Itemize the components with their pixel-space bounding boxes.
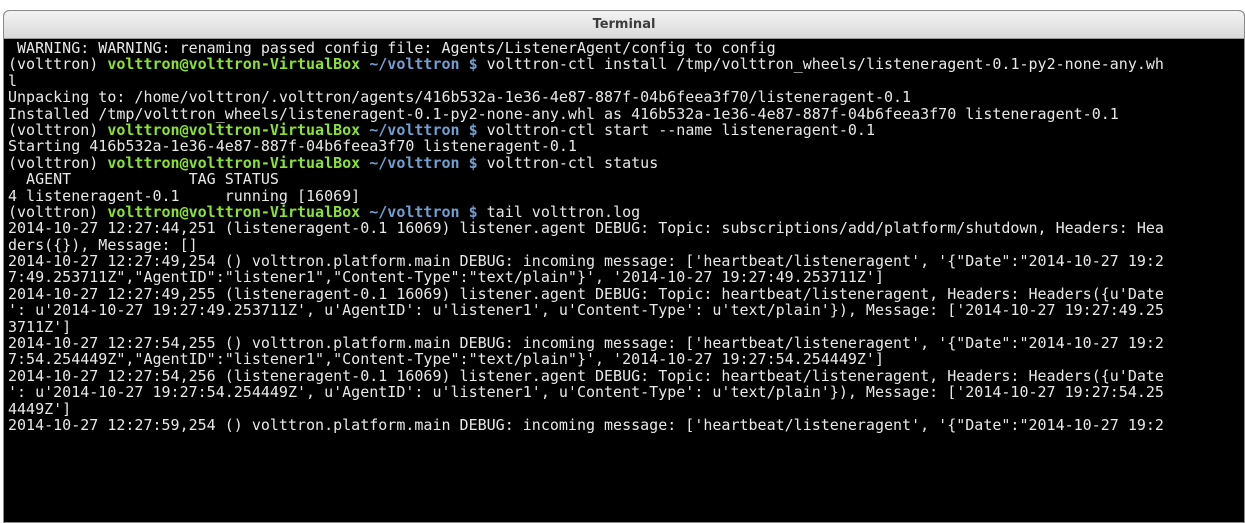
prompt-user-host: volttron@volttron-VirtualBox — [107, 202, 361, 221]
prompt-symbol: $ — [459, 153, 487, 172]
output-line: 7:49.253711Z","AgentID":"listener1","Con… — [8, 268, 884, 287]
output-line: 2014-10-27 12:27:59,254 () volttron.plat… — [8, 415, 1164, 434]
prompt-path: ~/volttron — [360, 120, 460, 139]
output-line: ders({}), Message: [] — [8, 235, 198, 254]
prompt-symbol: $ — [459, 120, 487, 139]
output-line: ': u'2014-10-27 19:27:49.253711Z', u'Age… — [8, 301, 1164, 320]
output-line: 2014-10-27 12:27:54,255 () volttron.plat… — [8, 334, 1164, 353]
prompt-line: (volttron) volttron@volttron-VirtualBox … — [8, 56, 1238, 72]
output-line: Installed /tmp/volttron_wheels/listenera… — [8, 104, 1119, 123]
terminal-window: Terminal WARNING: WARNING: renaming pass… — [3, 10, 1245, 523]
command-text: volttron-ctl status — [486, 153, 659, 172]
prompt-user-host: volttron@volttron-VirtualBox — [107, 153, 361, 172]
output-line: 7:54.254449Z","AgentID":"listener1","Con… — [8, 350, 884, 369]
prompt-env: (volttron) — [8, 120, 108, 139]
prompt-env: (volttron) — [8, 153, 108, 172]
output-line: 4 listeneragent-0.1 running [16069] — [8, 186, 361, 205]
prompt-line: (volttron) volttron@volttron-VirtualBox … — [8, 204, 1238, 220]
prompt-env: (volttron) — [8, 55, 108, 74]
output-line: 2014-10-27 12:27:49,255 (listeneragent-0… — [8, 284, 1164, 303]
output-line: Starting 416b532a-1e36-4e87-887f-04b6fee… — [8, 137, 577, 156]
prompt-symbol: $ — [459, 202, 487, 221]
output-line: ': u'2014-10-27 19:27:54.254449Z', u'Age… — [8, 383, 1164, 402]
output-line: WARNING: WARNING: renaming passed config… — [8, 39, 776, 57]
output-line: 2014-10-27 12:27:44,251 (listeneragent-0… — [8, 219, 1164, 238]
prompt-path: ~/volttron — [360, 55, 460, 74]
prompt-user-host: volttron@volttron-VirtualBox — [107, 55, 361, 74]
output-line: Unpacking to: /home/volttron/.volttron/a… — [8, 88, 912, 107]
command-text: volttron-ctl start --name listeneragent-… — [486, 120, 875, 139]
prompt-user-host: volttron@volttron-VirtualBox — [107, 120, 361, 139]
output-line: AGENT TAG STATUS — [8, 170, 279, 189]
window-titlebar[interactable]: Terminal — [4, 11, 1244, 39]
prompt-path: ~/volttron — [360, 202, 460, 221]
prompt-path: ~/volttron — [360, 153, 460, 172]
output-line: 3711Z'] — [8, 317, 72, 336]
output-line: 4449Z'] — [8, 399, 72, 418]
output-line: l — [8, 71, 18, 90]
window-title: Terminal — [592, 17, 656, 32]
terminal-output[interactable]: WARNING: WARNING: renaming passed config… — [4, 39, 1244, 522]
output-line: 2014-10-27 12:27:49,254 () volttron.plat… — [8, 252, 1164, 271]
prompt-env: (volttron) — [8, 202, 108, 221]
prompt-line: (volttron) volttron@volttron-VirtualBox … — [8, 122, 1238, 138]
prompt-symbol: $ — [459, 55, 487, 74]
command-text: volttron-ctl install /tmp/volttron_wheel… — [486, 55, 1164, 74]
command-text: tail volttron.log — [486, 202, 641, 221]
prompt-line: (volttron) volttron@volttron-VirtualBox … — [8, 155, 1238, 171]
output-line: 2014-10-27 12:27:54,256 (listeneragent-0… — [8, 366, 1164, 385]
